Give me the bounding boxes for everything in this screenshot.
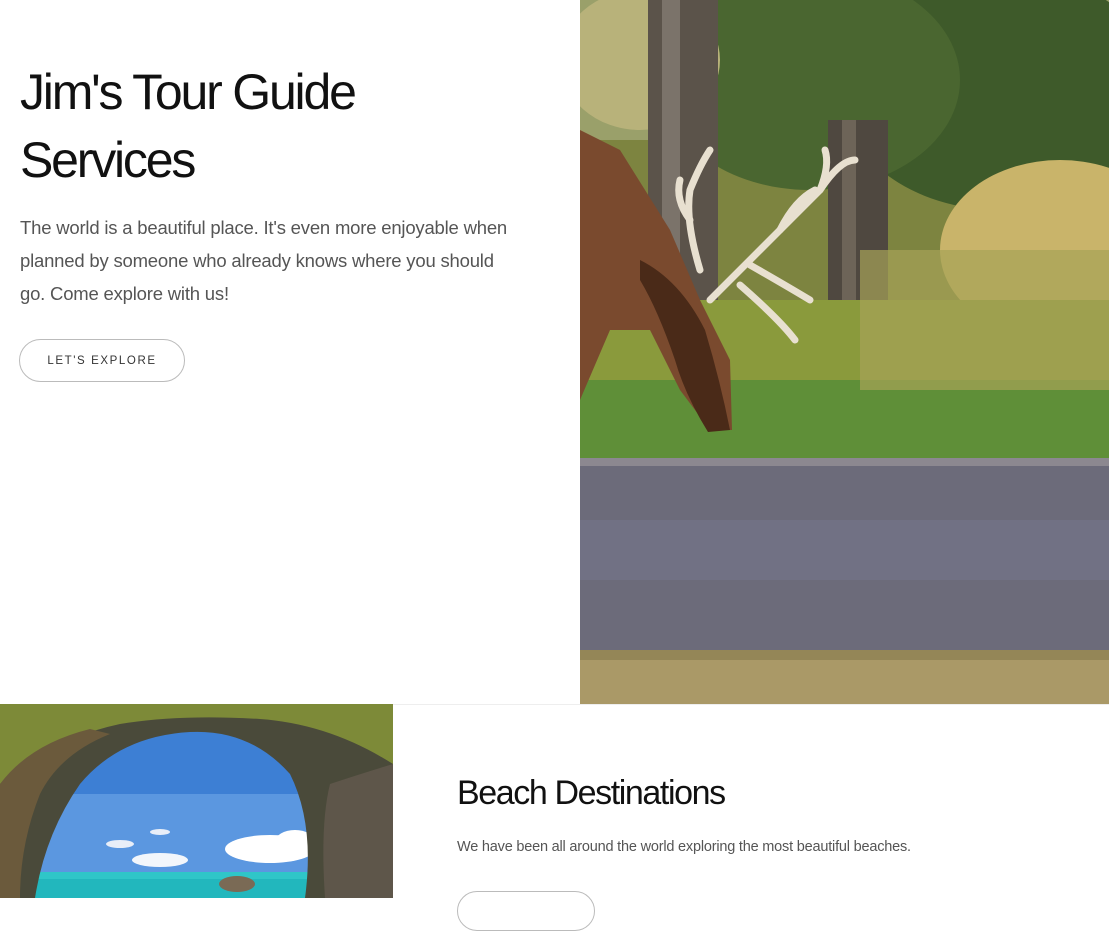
section-divider	[393, 704, 1109, 705]
hero-text-block: Jim's Tour Guide Services The world is a…	[20, 58, 540, 310]
beach-destinations-title: Beach Destinations	[457, 774, 726, 812]
beach-explore-button[interactable]	[457, 891, 595, 931]
beach-description: We have been all around the world explor…	[457, 839, 911, 855]
hero-title: Jim's Tour Guide Services	[20, 58, 540, 194]
hero-title-line-1: Jim's Tour Guide	[20, 64, 357, 120]
hero-title-line-2: Services	[20, 132, 196, 188]
hero-description: The world is a beautiful place. It's eve…	[20, 217, 508, 304]
lets-explore-button[interactable]: LET'S EXPLORE	[19, 339, 185, 382]
elk-photo	[580, 0, 1109, 704]
beach-cave-photo	[0, 704, 393, 898]
